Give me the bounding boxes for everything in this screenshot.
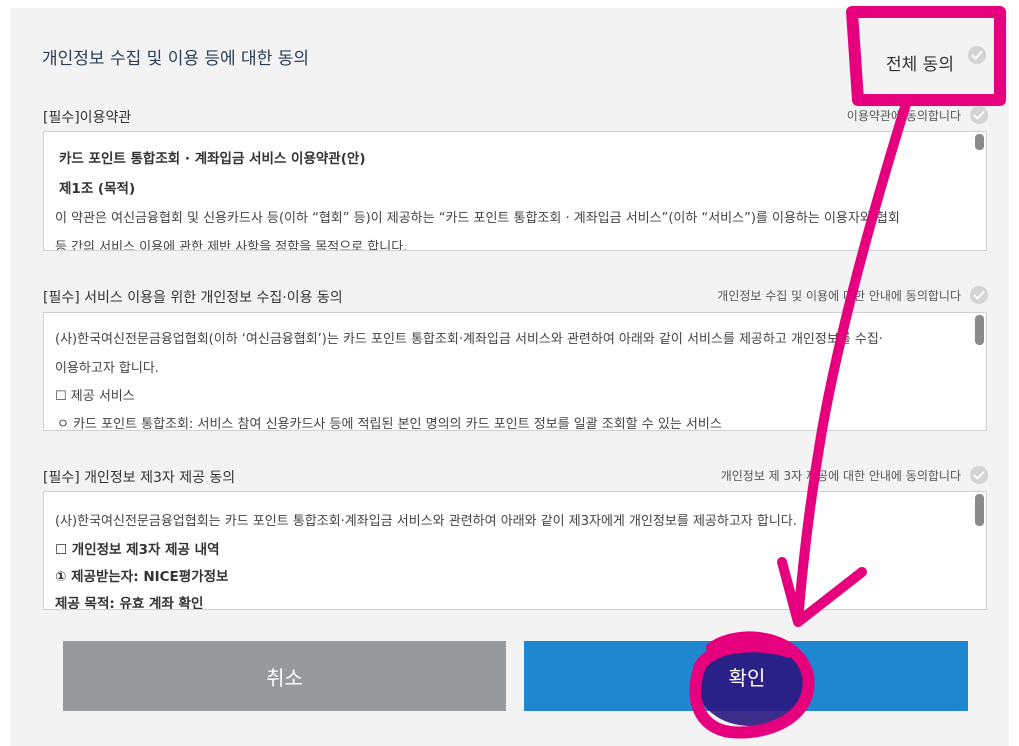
section-terms-check-icon[interactable] [970,106,988,124]
collect-scrollbar[interactable] [975,315,984,345]
terms-line: 등 간의 서비스 이용에 관한 제반 사항을 정함을 목적으로 합니다. [55,240,408,251]
collect-line: 이용하고자 합니다. [55,361,159,376]
section-thirdparty-agree-label[interactable]: 개인정보 제 3자 제공에 대한 안내에 동의합니다 [721,467,961,484]
confirm-button-label-overlay[interactable]: 확인 [722,662,772,691]
thirdparty-textbox[interactable]: (사)한국여신전문금융업협회는 카드 포인트 통합조회·계좌입금 서비스와 관련… [43,491,987,610]
thirdparty-scrollbar[interactable] [975,494,984,526]
collect-line: ㅇ 카드 포인트 통합조회: 서비스 참여 신용카드사 등에 적립된 본인 명의… [57,417,722,431]
section-thirdparty-label: [필수] 개인정보 제3자 제공 동의 [43,470,236,486]
collect-line: (사)한국여신전문금융업협회(이하 ‘여신금융협회’)는 카드 포인트 통합조회… [55,332,883,347]
page-title: 개인정보 수집 및 이용 등에 대한 동의 [42,49,310,69]
section-collect-label: [필수] 서비스 이용을 위한 개인정보 수집·이용 동의 [43,290,343,306]
all-agree-label[interactable]: 전체 동의 [886,50,954,75]
thirdparty-line: 제공 목적: 유효 계좌 확인 [55,596,204,610]
terms-textbox[interactable]: 카드 포인트 통합조회 · 계좌입금 서비스 이용약관(안) 제1조 (목적) … [43,131,987,251]
terms-line: 카드 포인트 통합조회 · 계좌입금 서비스 이용약관(안) [59,151,366,167]
all-agree-check-icon[interactable] [968,46,986,64]
section-collect-agree-label[interactable]: 개인정보 수집 및 이용에 대한 안내에 동의합니다 [717,287,961,304]
thirdparty-line: ① 제공받는자: NICE평가정보 [55,569,229,585]
terms-scrollbar[interactable] [975,134,984,150]
cancel-button[interactable]: 취소 [63,641,506,711]
collect-textbox[interactable]: (사)한국여신전문금융업협회(이하 ‘여신금융협회’)는 카드 포인트 통합조회… [43,312,987,431]
collect-line: ☐ 제공 서비스 [55,389,135,404]
section-collect-check-icon[interactable] [970,286,988,304]
thirdparty-line: (사)한국여신전문금융업협회는 카드 포인트 통합조회·계좌입금 서비스와 관련… [55,514,797,529]
terms-line: 제1조 (목적) [59,181,136,197]
section-terms-agree-label[interactable]: 이용약관에 동의합니다 [847,107,961,124]
section-thirdparty-check-icon[interactable] [970,466,988,484]
terms-line: 이 약관은 여신금융협회 및 신용카드사 등(이하 “협회” 등)이 제공하는 … [55,211,900,226]
thirdparty-line: ☐ 개인정보 제3자 제공 내역 [55,542,220,558]
section-terms-label: [필수]이용약관 [43,110,132,126]
